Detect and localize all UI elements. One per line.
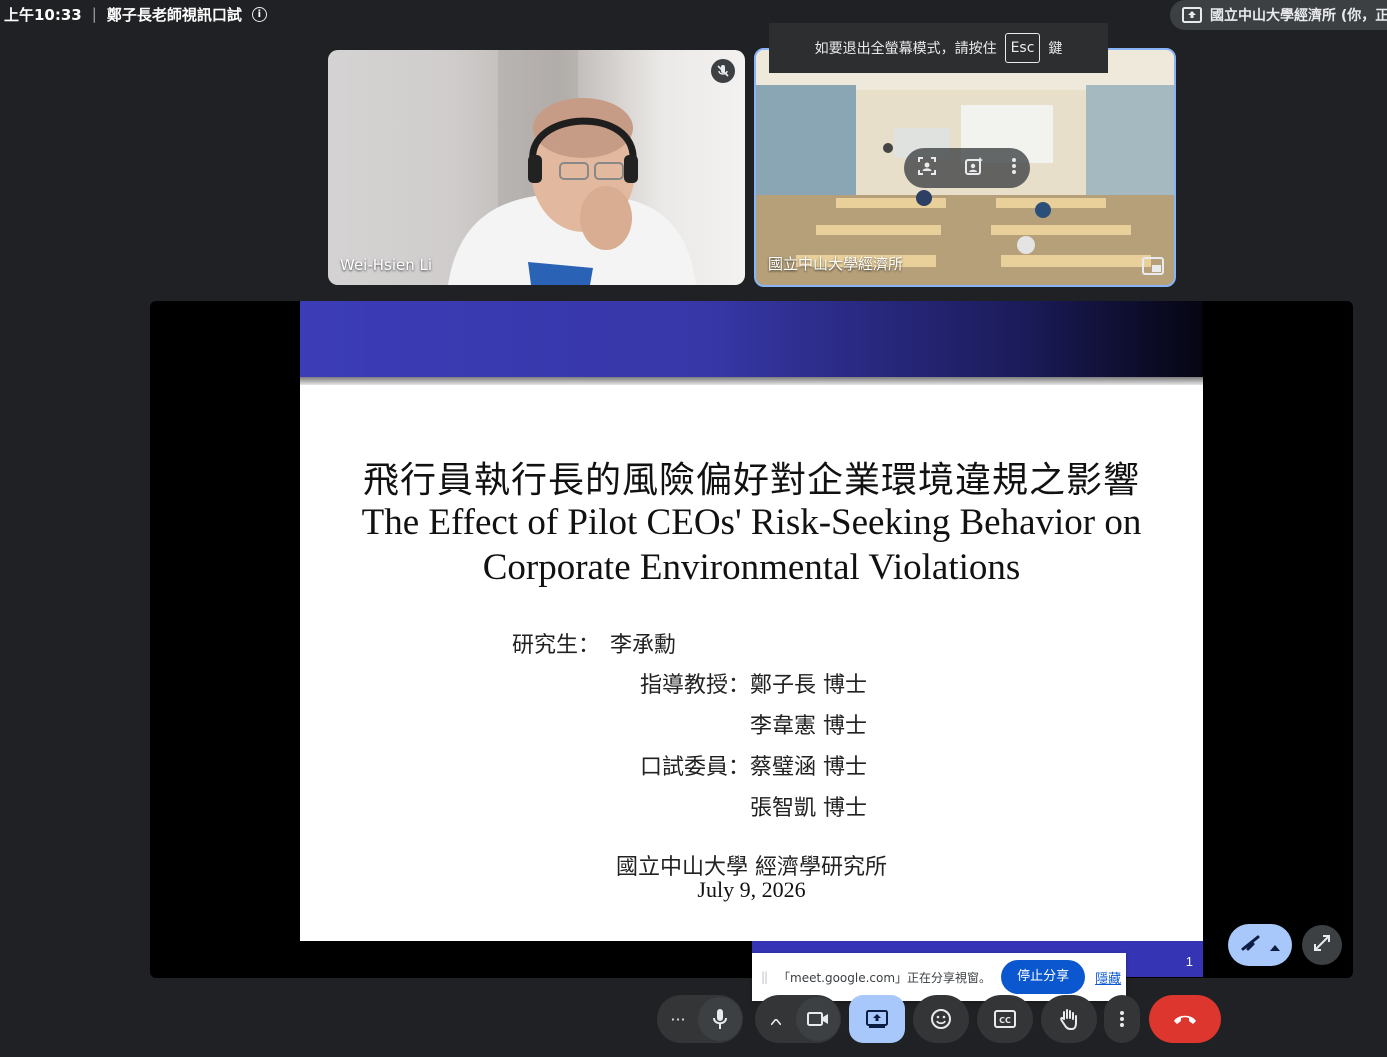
hand-icon	[1060, 1009, 1077, 1030]
stop-sharing-button[interactable]: 停止分享	[1001, 960, 1086, 994]
toast-text-end: 鍵	[1048, 41, 1063, 57]
row-value: 張智凱 博士	[750, 796, 867, 821]
presenter-label: 國立中山大學經濟所 (你，正	[1210, 8, 1387, 24]
slide-number: 1	[1185, 954, 1193, 969]
row-label: 口試委員：	[639, 755, 750, 780]
reactions-button[interactable]	[1228, 924, 1292, 966]
slide-title-english-line2: Corporate Environmental Violations	[482, 547, 1021, 588]
row-value: 李韋憲 博士	[750, 714, 867, 739]
pip-icon[interactable]	[1142, 257, 1164, 275]
leave-call-button[interactable]	[1149, 995, 1221, 1043]
separator: |	[91, 5, 97, 23]
captions-button[interactable]: CC	[977, 995, 1033, 1043]
caret-up-icon	[1270, 936, 1280, 955]
drag-handle-icon[interactable]: ||	[758, 970, 770, 984]
share-notice: || 「meet.google.com」正在分享視窗。 停止分享 隱藏	[752, 953, 1126, 1001]
audio-controls: ···	[657, 995, 743, 1043]
slide-title-english-line1: The Effect of Pilot CEOs' Risk-Seeking B…	[361, 502, 1142, 543]
svg-text:CC: CC	[999, 1016, 1011, 1025]
row-value: 李承勳	[610, 633, 677, 658]
camera-icon	[807, 1012, 828, 1026]
share-notice-text: 「meet.google.com」正在分享視窗。	[778, 970, 992, 985]
tile-controls	[904, 148, 1030, 188]
participant-tile-pinned[interactable]: 國立中山大學經濟所	[754, 48, 1176, 287]
more-options-icon[interactable]	[1011, 157, 1017, 179]
camera-controls	[755, 995, 841, 1043]
row-value: 蔡璧涵 博士	[750, 755, 867, 780]
row-value: 鄭子長 博士	[750, 673, 867, 698]
slide-banner	[300, 301, 1203, 377]
slide-banner-shadow	[300, 377, 1203, 385]
expand-icon	[1313, 934, 1331, 956]
more-vert-icon	[1120, 1011, 1124, 1027]
emoji-button[interactable]	[913, 995, 969, 1043]
camera-button[interactable]	[796, 997, 840, 1041]
emoji-icon	[931, 1009, 951, 1029]
frame-icon[interactable]	[917, 156, 937, 180]
hide-link[interactable]: 隱藏	[1095, 968, 1121, 987]
mic-icon	[713, 1009, 727, 1029]
info-icon[interactable]: i	[251, 6, 267, 22]
presenter-chip[interactable]: 國立中山大學經濟所 (你，正	[1170, 0, 1387, 30]
meeting-title: 鄭子長老師視訊口試	[106, 5, 242, 24]
meeting-info: 上午10:33 | 鄭子長老師視訊口試 i	[4, 4, 267, 24]
participant-tile[interactable]: Wei-Hsien Li	[328, 50, 745, 285]
row-label: 指導教授：	[639, 673, 750, 698]
present-icon	[866, 1010, 888, 1028]
toast-text: 如要退出全螢幕模式，請按住	[814, 41, 997, 57]
raise-hand-button[interactable]	[1041, 995, 1097, 1043]
slide-title-chinese: 飛行員執行長的風險偏好對企業環境違規之影響	[362, 460, 1140, 501]
participant-name: Wei-Hsien Li	[340, 256, 433, 274]
row-label: 研究生：	[511, 633, 600, 658]
present-now-button[interactable]	[849, 995, 905, 1043]
fullscreen-toast: 如要退出全螢幕模式，請按住 Esc 鍵	[769, 23, 1108, 73]
participant-name: 國立中山大學經濟所	[768, 255, 904, 273]
esc-key: Esc	[1004, 33, 1041, 63]
audio-options-icon[interactable]: ···	[658, 1010, 698, 1029]
slide: 飛行員執行長的風險偏好對企業環境違規之影響 The Effect of Pilo…	[300, 301, 1203, 941]
mic-muted-icon	[711, 59, 735, 83]
more-options-button[interactable]	[1104, 995, 1140, 1043]
annotate-icon	[1240, 934, 1262, 956]
expand-button[interactable]	[1302, 925, 1342, 965]
clock: 上午10:33	[4, 5, 82, 24]
camera-options-icon[interactable]	[756, 1010, 796, 1029]
slide-date: July 9, 2026	[697, 877, 806, 902]
hang-up-icon	[1174, 1015, 1196, 1024]
present-screen-icon	[1182, 7, 1202, 23]
participant-video	[328, 50, 696, 285]
effects-icon[interactable]	[964, 156, 984, 180]
mic-button[interactable]	[698, 997, 742, 1041]
captions-icon: CC	[994, 1010, 1016, 1028]
